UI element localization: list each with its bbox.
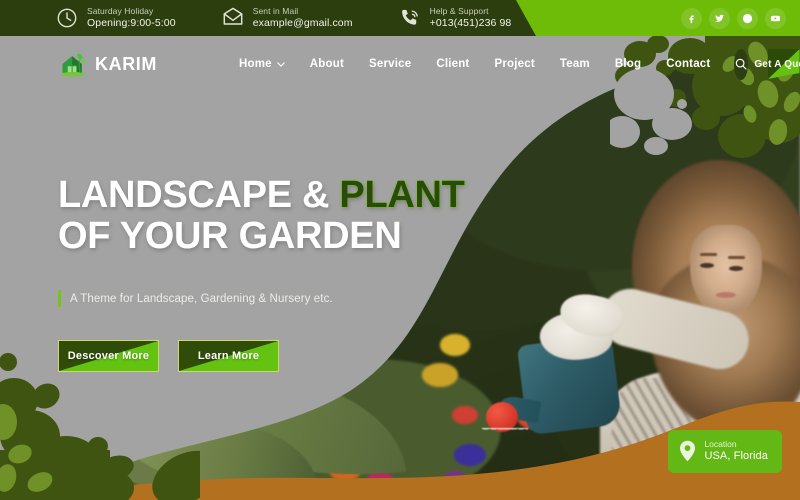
hero-subtitle: A Theme for Landscape, Gardening & Nurse… — [70, 292, 333, 305]
hero-title-line-1: LANDSCAPE & PLANT — [58, 174, 466, 216]
learn-more-button[interactable]: Learn More — [178, 340, 279, 373]
brand-logo-link[interactable]: KARIM — [58, 50, 157, 78]
discover-more-label: Descover More — [67, 350, 150, 363]
search-button[interactable] — [734, 48, 749, 80]
location-value: USA, Florida — [704, 450, 768, 463]
location-label: Location — [704, 438, 737, 449]
nav-item-client[interactable]: Client — [436, 58, 469, 70]
facebook-icon[interactable] — [681, 7, 702, 29]
hero-cta-row: Descover More Learn More — [58, 340, 465, 373]
twitter-icon[interactable] — [709, 7, 730, 29]
quote-button-label: Get A Quote — [754, 58, 800, 70]
hero-title-accent: PLANT — [339, 174, 466, 216]
location-badge[interactable]: Location USA, Florida — [668, 429, 782, 473]
topbar-hours-value: Opening:9:00-5:00 — [87, 17, 176, 30]
brand-name: KARIM — [95, 53, 157, 74]
phone-icon — [399, 7, 421, 29]
nav-item-service[interactable]: Service — [369, 58, 411, 70]
hero-title-line-2: OF YOUR GARDEN — [58, 215, 402, 258]
discover-more-button[interactable]: Descover More — [58, 340, 159, 373]
topbar-item-mail: Sent in Mail example@gmail.com — [222, 5, 353, 30]
nav-item-team[interactable]: Team — [560, 58, 590, 70]
search-icon — [736, 58, 747, 70]
topbar-support-value[interactable]: +013(451)236 98 — [430, 17, 512, 29]
chevron-down-icon — [277, 61, 285, 67]
learn-more-label: Learn More — [197, 350, 260, 363]
main-navigation: KARIM Home About Service Client Project … — [0, 36, 800, 92]
youtube-icon[interactable] — [765, 7, 786, 29]
topbar-item-hours: Saturday Holiday Opening:9:00-5:00 — [56, 5, 176, 30]
mail-icon — [222, 7, 244, 29]
topbar-item-phone: Help & Support +013(451)236 98 — [399, 5, 512, 30]
subtitle-accent-bar — [58, 290, 61, 308]
get-a-quote-button[interactable]: Get A Quote — [754, 49, 800, 79]
social-links — [681, 0, 786, 36]
hero-title-plain: LANDSCAPE & — [58, 174, 340, 216]
topbar-hours-label: Saturday Holiday — [87, 5, 154, 16]
map-pin-icon — [680, 441, 696, 462]
topbar-mail-value[interactable]: example@gmail.com — [253, 17, 353, 29]
topbar-mail-label: Sent in Mail — [252, 5, 299, 16]
hero-content: LANDSCAPE & PLANT OF YOUR GARDEN A Theme… — [58, 174, 466, 373]
nav-item-about[interactable]: About — [310, 58, 344, 70]
dribbble-icon[interactable] — [737, 7, 758, 29]
nav-item-blog[interactable]: Blog — [615, 58, 641, 70]
hero-subtitle-row: A Theme for Landscape, Gardening & Nurse… — [58, 290, 465, 308]
nav-menu: Home About Service Client Project Team B… — [239, 58, 710, 70]
hero-page: Saturday Holiday Opening:9:00-5:00 Sent … — [0, 0, 800, 500]
house-plant-logo-icon — [59, 53, 87, 77]
topbar-support-label: Help & Support — [429, 5, 489, 16]
clock-icon — [56, 7, 78, 29]
nav-item-contact[interactable]: Contact — [666, 58, 710, 70]
nav-item-project[interactable]: Project — [494, 58, 534, 70]
top-contact-bar: Saturday Holiday Opening:9:00-5:00 Sent … — [0, 0, 800, 36]
nav-item-home[interactable]: Home — [239, 58, 285, 70]
